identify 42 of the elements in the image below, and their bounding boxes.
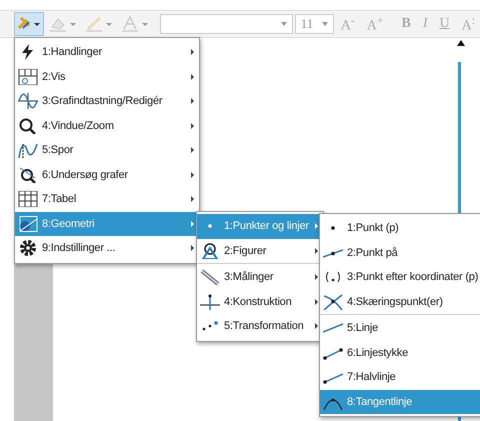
submenu-arrow-icon xyxy=(191,98,194,104)
menu-item[interactable]: 3:Punkt efter koordinater (p) xyxy=(320,265,480,290)
window-layout-icon xyxy=(18,68,38,85)
dropdown-caret-icon xyxy=(322,22,328,26)
point-icon xyxy=(331,226,335,230)
intersection-icon xyxy=(323,294,343,310)
transform-points-icon xyxy=(202,321,218,332)
magnifier-graph-icon xyxy=(18,166,38,183)
font-field[interactable] xyxy=(160,14,293,34)
menu-item[interactable]: 6:Linjestykke xyxy=(320,340,480,365)
menu-item[interactable]: 4:Skæringspunkt(er) xyxy=(320,290,480,315)
table-icon xyxy=(18,191,38,208)
submenu-arrow-icon xyxy=(191,122,194,129)
submenu-arrow-icon xyxy=(191,147,194,154)
settings-icon xyxy=(18,240,38,256)
menu-item[interactable]: 7:Halvlinje xyxy=(320,365,480,390)
shapes-icon xyxy=(200,242,220,259)
submenu-arrow-icon xyxy=(191,172,194,178)
curve-trace-icon xyxy=(18,142,38,158)
menu-item[interactable]: 6:Undersøg grafer xyxy=(15,162,199,187)
menu-item[interactable]: 2:Punkt på xyxy=(320,240,480,265)
sine-graph-icon xyxy=(18,93,38,110)
ruler-icon xyxy=(200,269,220,286)
menu-item[interactable]: 5:Spor xyxy=(15,138,199,162)
menu-item[interactable]: 1:Handlinger xyxy=(15,40,199,64)
menu-item[interactable]: 7:Tabel xyxy=(15,187,199,212)
submenu-arrow-icon xyxy=(191,196,194,202)
point-icon xyxy=(208,224,212,228)
menu-item[interactable]: 1:Punkt (p) xyxy=(320,216,480,240)
menu-item[interactable]: 2:Vis xyxy=(15,64,199,89)
up-arrow-icon xyxy=(457,40,465,46)
perpendicular-icon xyxy=(200,294,220,310)
menu-item[interactable]: 3:Grafindtastning/Redigér xyxy=(15,89,199,114)
magnifier-icon xyxy=(18,118,38,134)
tools-icon xyxy=(17,16,41,32)
geometry-icon xyxy=(18,216,38,232)
dropdown-caret-icon xyxy=(280,22,287,26)
coordinate-point-icon xyxy=(325,271,341,284)
menu-item[interactable]: 5:Linje xyxy=(320,316,480,340)
menu-item[interactable]: 4:Vindue/Zoom xyxy=(15,114,199,138)
submenu-arrow-icon xyxy=(191,49,194,56)
submenu-arrow-icon xyxy=(191,74,194,80)
